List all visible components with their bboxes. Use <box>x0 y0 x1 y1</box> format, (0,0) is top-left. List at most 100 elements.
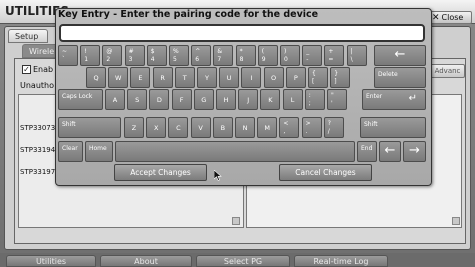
keyboard-key[interactable]: Y <box>197 67 217 88</box>
keyboard-key[interactable]: G <box>193 89 214 110</box>
keyboard-key[interactable]: H <box>216 89 236 110</box>
keyboard-key[interactable]: & 7 <box>213 45 234 66</box>
keyboard-key[interactable]: B <box>212 117 233 138</box>
keyboard-key[interactable]: M <box>257 117 278 138</box>
key-label: : <box>308 92 311 99</box>
keyboard-key[interactable]: F <box>171 89 192 110</box>
keyboard-key[interactable]: V <box>190 117 211 138</box>
keyboard-key[interactable]: K <box>260 89 281 110</box>
keyboard-key[interactable]: ! 1 <box>80 45 101 66</box>
tab-setup[interactable]: Setup <box>8 29 48 43</box>
keyboard-key[interactable]: (9 <box>257 45 278 66</box>
device-item[interactable]: STP33073 <box>20 124 55 132</box>
backspace-key[interactable]: ← <box>374 45 426 66</box>
keyboard-key[interactable]: :; <box>304 89 325 110</box>
keyboard-key[interactable]: N <box>235 117 255 138</box>
key-label: Z <box>131 124 137 132</box>
key-label: | <box>350 48 353 55</box>
cancel-changes-button[interactable]: Cancel Changes <box>279 164 372 181</box>
keyboard-key[interactable]: J <box>238 89 259 110</box>
keyboard-key[interactable]: * 8 <box>235 45 256 66</box>
enter-key[interactable]: Enter ↵ <box>362 89 426 110</box>
home-key[interactable]: Home <box>85 141 113 162</box>
keyboard-key[interactable]: <, <box>279 117 300 138</box>
keyboard-key[interactable]: {[ <box>308 67 328 88</box>
keyboard-key[interactable]: #3 <box>124 45 145 66</box>
keyboard-key[interactable]: A <box>105 89 125 110</box>
keyboard-key[interactable]: Q <box>86 67 106 88</box>
keyboard-key[interactable]: @2 <box>102 45 123 66</box>
clear-key[interactable]: Clear <box>58 141 83 162</box>
delete-key[interactable]: Delete <box>374 67 426 88</box>
keyboard-key[interactable]: ^ 6 <box>191 45 212 66</box>
device-item[interactable]: STP33197 <box>20 168 55 176</box>
keyboard-key[interactable]: P <box>285 67 306 88</box>
scroll-down-button[interactable] <box>452 217 460 225</box>
key-sublabel: 0 <box>284 56 288 63</box>
keyboard-key[interactable]: | \ <box>346 45 367 66</box>
keyboard-key[interactable]: _ - <box>302 45 323 66</box>
key-label: L <box>290 96 295 104</box>
keyboard-key[interactable]: D <box>149 89 170 110</box>
tab-real-time-log[interactable]: Real-time Log <box>294 255 388 267</box>
keyboard-key[interactable]: E <box>130 67 151 88</box>
keyboard-key[interactable]: L <box>282 89 303 110</box>
keyboard-key[interactable]: O <box>263 67 284 88</box>
advanced-button[interactable]: Advanc <box>430 64 465 78</box>
key-sublabel: ; <box>308 100 311 107</box>
keyboard-key[interactable]: $4 <box>146 45 167 66</box>
right-arrow-key[interactable]: → <box>403 141 426 162</box>
keyboard-key[interactable]: R <box>152 67 173 88</box>
tab-utilities[interactable]: Utilities <box>6 255 96 267</box>
keyboard-key[interactable]: C <box>168 117 189 138</box>
left-arrow-key[interactable]: ← <box>379 141 401 162</box>
key-label: ^ <box>195 48 201 55</box>
space-bar[interactable] <box>115 141 355 162</box>
shift-left-key[interactable]: Shift <box>58 117 121 138</box>
keyboard-key[interactable]: X <box>146 117 167 138</box>
pairing-code-input[interactable] <box>59 24 425 42</box>
delete-key-label: Delete <box>378 71 398 78</box>
key-sublabel: / <box>327 128 330 135</box>
caps-lock-key[interactable]: Caps Lock <box>58 89 103 110</box>
keyboard-key[interactable]: ? / <box>323 117 344 138</box>
key-sublabel: 7 <box>217 56 222 63</box>
key-label: + <box>328 48 334 55</box>
keyboard-key[interactable]: Z <box>124 117 144 138</box>
key-label: % <box>173 48 179 55</box>
scroll-down-button[interactable] <box>232 217 240 225</box>
keyboard-key[interactable]: I <box>241 67 262 88</box>
key-sublabel: ] <box>334 78 337 85</box>
keyboard-key[interactable]: U <box>219 67 240 88</box>
keyboard-key[interactable]: S <box>127 89 148 110</box>
keyboard-key[interactable]: ~ ` <box>58 45 78 66</box>
keyboard-key[interactable]: + = <box>324 45 345 66</box>
close-button[interactable]: ✕ Close <box>428 11 472 24</box>
keyboard-key[interactable]: }] <box>330 67 351 88</box>
backspace-arrow-icon: ← <box>394 47 406 62</box>
key-sublabel: ` <box>62 56 65 63</box>
keyboard-key[interactable]: >. <box>301 117 322 138</box>
end-key[interactable]: End <box>357 141 377 162</box>
key-sublabel: [ <box>312 78 315 85</box>
tab-about[interactable]: About <box>100 255 192 267</box>
shift-right-key[interactable]: Shift <box>360 117 426 138</box>
keyboard-key[interactable]: T <box>174 67 195 88</box>
checkbox-checked-icon: ✓ <box>22 65 31 74</box>
key-label: E <box>138 74 143 82</box>
key-label: A <box>112 96 118 104</box>
key-sublabel: ' <box>331 100 333 107</box>
key-label: @ <box>106 48 113 55</box>
tab-select-pg[interactable]: Select PG <box>196 255 290 267</box>
key-label: H <box>223 96 229 104</box>
key-label: F <box>179 96 184 104</box>
enable-checkbox[interactable]: ✓ Enab <box>22 65 53 74</box>
keyboard-key[interactable]: W <box>108 67 129 88</box>
device-item[interactable]: STP33194 <box>20 146 55 154</box>
key-label: < <box>283 120 289 127</box>
accept-changes-button[interactable]: Accept Changes <box>114 164 207 181</box>
keyboard-key[interactable]: " ' <box>327 89 347 110</box>
keyboard-key[interactable]: % 5 <box>169 45 189 66</box>
keyboard-key[interactable]: ) 0 <box>280 45 300 66</box>
key-sublabel: , <box>283 128 286 135</box>
